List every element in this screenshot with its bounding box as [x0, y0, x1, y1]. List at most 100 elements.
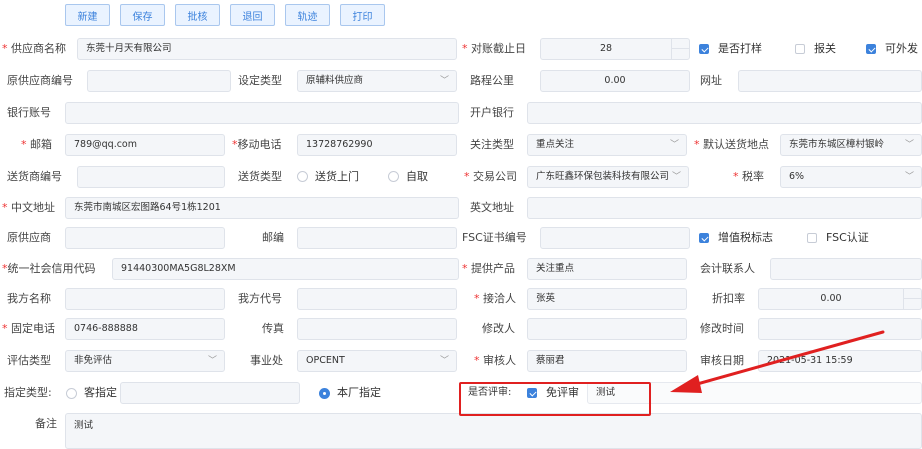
- chevron-down-icon: ﹀: [439, 76, 449, 86]
- dept-label: 事业处: [250, 354, 283, 367]
- ship-code-label: 送货商编号: [7, 170, 62, 183]
- discount-label: 折扣率: [712, 292, 745, 305]
- ship-door-label: 送货上门: [315, 170, 359, 183]
- website-label: 网址: [700, 74, 722, 87]
- dept-select[interactable]: OPCENT ﹀: [297, 350, 457, 372]
- modifier-label: 修改人: [482, 322, 515, 335]
- en-addr-field[interactable]: [527, 197, 922, 219]
- annotation-arrow-icon: [670, 330, 885, 393]
- assign-customer-field[interactable]: [120, 382, 300, 404]
- handler-label: * 接洽人: [474, 292, 516, 305]
- fsc-no-field[interactable]: [540, 227, 690, 249]
- approve-button[interactable]: 批核: [175, 4, 220, 26]
- our-code-field[interactable]: [297, 288, 457, 310]
- account-field[interactable]: [65, 102, 459, 124]
- discount-stepper[interactable]: 0.00: [758, 288, 922, 310]
- type-select[interactable]: 原辅料供应商 ﹀: [297, 70, 457, 92]
- discount-spinner[interactable]: [903, 288, 921, 310]
- sample-checkbox[interactable]: [699, 44, 709, 54]
- ship-code-field[interactable]: [77, 166, 225, 188]
- bank-label: 开户银行: [470, 106, 514, 119]
- product-field[interactable]: 关注重点: [527, 258, 687, 280]
- trade-co-select[interactable]: 广东旺鑫环保包装科技有限公司 ﹀: [527, 166, 689, 188]
- orig-code-label: 原供应商编号: [7, 74, 73, 87]
- ship-self-radio[interactable]: [388, 171, 399, 182]
- zip-label: 邮编: [262, 231, 284, 244]
- email-field[interactable]: 789@qq.com: [65, 134, 225, 156]
- cutoff-label: * 对账截止日: [462, 42, 526, 55]
- exportable-label: 可外发: [885, 42, 918, 55]
- zip-field[interactable]: [297, 227, 457, 249]
- type-label: 设定类型: [238, 74, 282, 87]
- our-code-label: 我方代号: [238, 292, 282, 305]
- ship-door-radio[interactable]: [297, 171, 308, 182]
- track-button[interactable]: 轨迹: [285, 4, 330, 26]
- website-field[interactable]: [738, 70, 922, 92]
- product-label: * 提供产品: [462, 262, 515, 275]
- new-button[interactable]: 新建: [65, 4, 110, 26]
- supplier-form: { "toolbar": {"new": "新建", "save": "保存",…: [0, 0, 922, 449]
- chevron-down-icon: ﹀: [671, 172, 681, 182]
- delivery-select[interactable]: 东莞市东城区樟村银岭 ﹀: [780, 134, 922, 156]
- cn-addr-field[interactable]: 东莞市南城区宏图路64号1栋1201: [65, 197, 459, 219]
- sample-label: 是否打样: [718, 42, 762, 55]
- chevron-down-icon: ﹀: [904, 172, 914, 182]
- fsc-cert-label: FSC认证: [826, 231, 869, 244]
- assign-customer-label: 客指定: [84, 386, 117, 399]
- eval-label: 评估类型: [7, 354, 51, 367]
- chevron-down-icon: ﹀: [207, 356, 217, 366]
- print-button[interactable]: 打印: [340, 4, 385, 26]
- cutoff-stepper[interactable]: 28: [540, 38, 690, 60]
- tax-label: * 税率: [733, 170, 764, 183]
- distance-label: 路程公里: [470, 74, 514, 87]
- eval-select[interactable]: 非免评估 ﹀: [65, 350, 225, 372]
- fax-label: 传真: [262, 322, 284, 335]
- cn-addr-label: * 中文地址: [2, 201, 55, 214]
- distance-field[interactable]: 0.00: [540, 70, 690, 92]
- vat-checkbox[interactable]: [699, 233, 709, 243]
- delivery-label: * 默认送货地点: [694, 138, 769, 151]
- phone-field[interactable]: 0746-888888: [65, 318, 225, 340]
- orig-supplier-label: 原供应商: [7, 231, 51, 244]
- focus-select[interactable]: 重点关注 ﹀: [527, 134, 687, 156]
- ship-type-label: 送货类型: [238, 170, 282, 183]
- bank-field[interactable]: [527, 102, 922, 124]
- handler-field[interactable]: 张英: [527, 288, 687, 310]
- focus-label: 关注类型: [470, 138, 514, 151]
- tax-select[interactable]: 6% ﹀: [780, 166, 922, 188]
- exportable-checkbox[interactable]: [866, 44, 876, 54]
- orig-supplier-field[interactable]: [65, 227, 225, 249]
- remark-field[interactable]: 测试: [65, 413, 922, 449]
- assign-factory-radio[interactable]: [319, 388, 330, 399]
- customs-checkbox[interactable]: [795, 44, 805, 54]
- vat-label: 增值税标志: [718, 231, 773, 244]
- credit-label: *统一社会信用代码: [2, 262, 96, 275]
- cutoff-spinner[interactable]: [671, 38, 689, 60]
- chevron-down-icon: ﹀: [439, 356, 449, 366]
- chevron-down-icon: ﹀: [669, 140, 679, 150]
- supplier-name-field[interactable]: 东莞十月天有限公司: [77, 38, 457, 60]
- chevron-down-icon: ﹀: [904, 140, 914, 150]
- back-button[interactable]: 退回: [230, 4, 275, 26]
- remark-label: 备注: [35, 417, 57, 430]
- save-button[interactable]: 保存: [120, 4, 165, 26]
- account-label: 银行账号: [7, 106, 51, 119]
- contact-label: 会计联系人: [700, 262, 755, 275]
- reviewer-label: * 审核人: [474, 354, 516, 367]
- fax-field[interactable]: [297, 318, 457, 340]
- assign-label: 指定类型:: [4, 386, 52, 399]
- fsc-cert-checkbox[interactable]: [807, 233, 817, 243]
- mobile-label: *移动电话: [232, 138, 282, 151]
- orig-code-field[interactable]: [87, 70, 231, 92]
- fsc-no-label: FSC证书编号: [462, 231, 527, 244]
- contact-field[interactable]: [770, 258, 922, 280]
- email-label: * 邮箱: [21, 138, 52, 151]
- credit-field[interactable]: 91440300MA5G8L28XM: [112, 258, 459, 280]
- mobile-field[interactable]: 13728762990: [297, 134, 457, 156]
- our-name-field[interactable]: [65, 288, 225, 310]
- assign-customer-radio[interactable]: [66, 388, 77, 399]
- our-name-label: 我方名称: [7, 292, 51, 305]
- annotation-box: [459, 382, 651, 416]
- trade-co-label: * 交易公司: [464, 170, 517, 183]
- phone-label: * 固定电话: [2, 322, 55, 335]
